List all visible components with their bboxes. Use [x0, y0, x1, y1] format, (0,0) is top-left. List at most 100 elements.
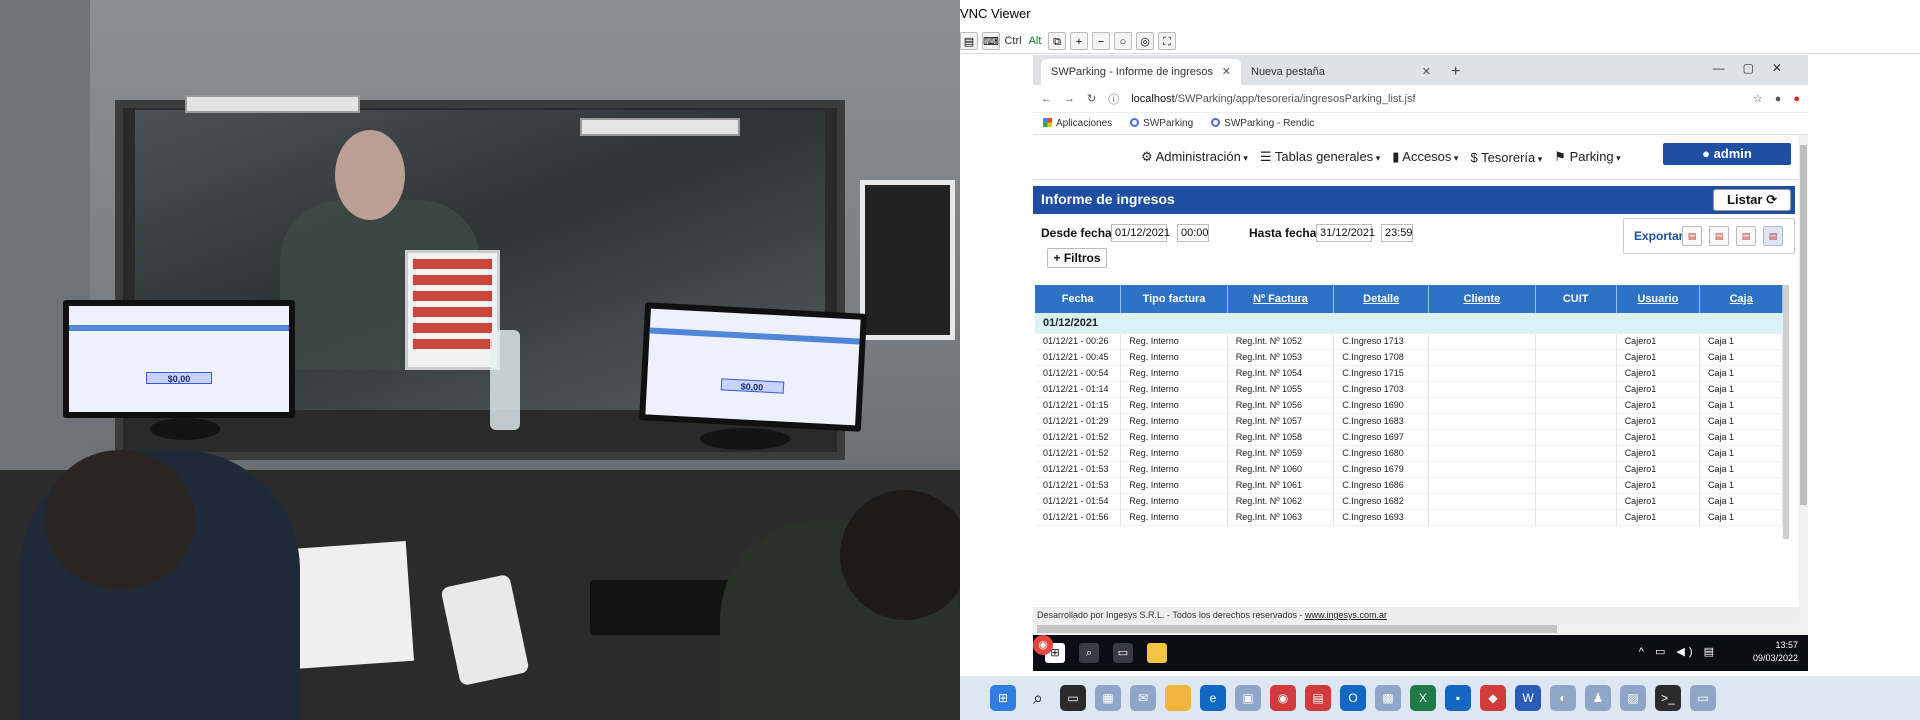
network-app-icon[interactable]: ▩	[1375, 685, 1401, 711]
search-icon[interactable]: ⌕	[1025, 685, 1051, 711]
anydesk-icon[interactable]: ◆	[1480, 685, 1506, 711]
bookmark-star-icon[interactable]: ☆	[1753, 92, 1763, 105]
profile-icon[interactable]: ●	[1775, 93, 1782, 105]
hasta-fecha-input[interactable]: 31/12/2021	[1316, 224, 1375, 242]
vnc-ctrl-key[interactable]: Ctrl	[1004, 32, 1022, 50]
table-row[interactable]: 01/12/21 - 01:53 Reg. Interno Reg.Int. Nº …	[1035, 477, 1783, 494]
listar-button[interactable]: Listar ⟳	[1713, 189, 1791, 211]
col-tipo-factura[interactable]: Tipo factura	[1120, 285, 1228, 313]
col-fecha[interactable]: Fecha	[1035, 285, 1122, 313]
cell-usuario: Cajero1	[1616, 365, 1701, 382]
remote-clock[interactable]: 13:57 09/03/2022	[1753, 639, 1798, 665]
close-icon[interactable]: ✕	[1222, 59, 1231, 85]
nav-tablas-generales[interactable]: ☰ Tablas generales	[1260, 149, 1380, 165]
tray-icons[interactable]: ^ ▭ ◀) ▤	[1639, 645, 1718, 658]
window-controls[interactable]: —▢✕	[1713, 61, 1800, 75]
url-input[interactable]: localhost/SWParking/app/tesoreria/ingres…	[1131, 93, 1741, 105]
filtros-button[interactable]: + Filtros	[1047, 248, 1107, 268]
zoom-reset-icon[interactable]: ○	[1114, 31, 1132, 50]
word-icon[interactable]: W	[1515, 685, 1541, 711]
close-icon[interactable]: ✕	[1422, 59, 1431, 85]
user-menu-button[interactable]: ● admin	[1663, 143, 1791, 165]
bookmark-swparking-rendic[interactable]: SWParking - Rendic	[1211, 118, 1314, 129]
nav-accesos[interactable]: ▮ Accesos	[1392, 149, 1458, 165]
vnc-options-icon[interactable]: ▤	[960, 31, 978, 50]
excel-icon[interactable]: X	[1410, 685, 1436, 711]
app-icon[interactable]: ◐	[1550, 685, 1576, 711]
bookmark-apps[interactable]: Aplicaciones	[1043, 118, 1112, 129]
search-icon[interactable]: ⌕	[1079, 643, 1099, 663]
reload-icon[interactable]: ↻	[1087, 92, 1096, 105]
widgets-icon[interactable]: ▦	[1095, 685, 1121, 711]
new-tab-button[interactable]: +	[1441, 59, 1470, 85]
nav-tesoreria[interactable]: $ Tesorería	[1470, 150, 1542, 165]
browser-window: SWParking - Informe de ingresos ✕ Nueva …	[1033, 55, 1808, 635]
windows-start-icon[interactable]: ⊞	[990, 685, 1016, 711]
extension-icon[interactable]: ●	[1793, 93, 1800, 105]
app-icon[interactable]: ♟	[1585, 685, 1611, 711]
vnc-keys-icon[interactable]: ⌨	[982, 31, 1000, 50]
save-app-icon[interactable]: ▪	[1445, 685, 1471, 711]
info-icon[interactable]: ⓘ	[1108, 91, 1119, 107]
export-csv-icon[interactable]: ▤	[1736, 226, 1756, 246]
vnc-clipboard-icon[interactable]: ⧉	[1048, 31, 1066, 50]
table-row[interactable]: 01/12/21 - 00:54 Reg. Interno Reg.Int. Nº …	[1035, 365, 1783, 382]
col-detalle[interactable]: Detalle	[1333, 285, 1430, 313]
fullscreen-icon[interactable]: ⛶	[1158, 31, 1176, 50]
tab-new[interactable]: Nueva pestaña ✕	[1241, 59, 1441, 85]
table-row[interactable]: 01/12/21 - 01:29 Reg. Interno Reg.Int. Nº …	[1035, 413, 1783, 430]
file-explorer-icon[interactable]	[1147, 643, 1167, 663]
file-explorer-icon[interactable]	[1165, 685, 1191, 711]
chrome-icon[interactable]: ◉	[1270, 685, 1296, 711]
chat-icon[interactable]: ✉	[1130, 685, 1156, 711]
col-caja[interactable]: Caja	[1699, 285, 1783, 313]
zoom-out-icon[interactable]: −	[1092, 31, 1110, 50]
footer-link[interactable]: www.ingesys.com.ar	[1305, 610, 1387, 620]
table-row[interactable]: 01/12/21 - 00:26 Reg. Interno Reg.Int. Nº …	[1035, 333, 1783, 350]
desde-hora-input[interactable]: 00:00	[1177, 224, 1209, 242]
bookmark-swparking[interactable]: SWParking	[1130, 118, 1193, 129]
remote-app-icon[interactable]: ▭	[1690, 685, 1716, 711]
vertical-scrollbar[interactable]	[1799, 135, 1808, 635]
app-icon[interactable]: ▤	[1305, 685, 1331, 711]
col-cuit[interactable]: CUIT	[1535, 285, 1617, 313]
cell-cuit	[1535, 349, 1617, 366]
browser-tab-strip: SWParking - Informe de ingresos ✕ Nueva …	[1033, 55, 1808, 85]
outlook-icon[interactable]: O	[1340, 685, 1366, 711]
nav-parking[interactable]: ⚑ Parking	[1554, 149, 1620, 165]
hasta-hora-input[interactable]: 23:59	[1381, 224, 1413, 242]
scroll-thumb[interactable]	[1037, 625, 1557, 633]
export-excel-icon[interactable]: ▤	[1763, 226, 1783, 246]
table-row[interactable]: 01/12/21 - 01:56 Reg. Interno Reg.Int. Nº …	[1035, 509, 1783, 526]
table-row[interactable]: 01/12/21 - 00:45 Reg. Interno Reg.Int. Nº …	[1035, 349, 1783, 366]
table-row[interactable]: 01/12/21 - 01:54 Reg. Interno Reg.Int. Nº …	[1035, 493, 1783, 510]
col-nro-factura[interactable]: Nº Factura	[1227, 285, 1335, 313]
table-row[interactable]: 01/12/21 - 01:52 Reg. Interno Reg.Int. Nº …	[1035, 429, 1783, 446]
task-view-icon[interactable]: ▭	[1113, 643, 1133, 663]
tab-swparking[interactable]: SWParking - Informe de ingresos ✕	[1041, 59, 1241, 85]
edge-icon[interactable]: e	[1200, 685, 1226, 711]
vnc-alt-key[interactable]: Alt	[1026, 32, 1044, 50]
table-row[interactable]: 01/12/21 - 01:15 Reg. Interno Reg.Int. Nº …	[1035, 397, 1783, 414]
zoom-in-icon[interactable]: +	[1070, 31, 1088, 50]
terminal-icon[interactable]: >_	[1655, 685, 1681, 711]
back-icon[interactable]: ←	[1041, 93, 1052, 105]
zoom-fit-icon[interactable]: ◎	[1136, 31, 1154, 50]
table-row[interactable]: 01/12/21 - 01:14 Reg. Interno Reg.Int. Nº …	[1035, 381, 1783, 398]
desde-fecha-input[interactable]: 01/12/2021	[1111, 224, 1170, 242]
forward-icon[interactable]: →	[1064, 93, 1075, 105]
horizontal-scrollbar[interactable]	[1033, 623, 1799, 635]
col-cliente[interactable]: Cliente	[1428, 285, 1536, 313]
chrome-icon[interactable]: ◉	[1033, 635, 1053, 655]
nav-administracion[interactable]: ⚙ Administración	[1141, 149, 1248, 165]
col-usuario[interactable]: Usuario	[1616, 285, 1701, 313]
table-row[interactable]: 01/12/21 - 01:52 Reg. Interno Reg.Int. Nº …	[1035, 445, 1783, 462]
store-icon[interactable]: ▣	[1235, 685, 1261, 711]
app-icon[interactable]: ▨	[1620, 685, 1646, 711]
export-pdf-icon[interactable]: ▤	[1682, 226, 1702, 246]
table-row[interactable]: 01/12/21 - 01:53 Reg. Interno Reg.Int. Nº …	[1035, 461, 1783, 478]
scroll-thumb[interactable]	[1800, 145, 1807, 505]
nav-label: Tesorería	[1481, 149, 1536, 165]
task-view-icon[interactable]: ▭	[1060, 685, 1086, 711]
export-pdf-alt-icon[interactable]: ▤	[1709, 226, 1729, 246]
